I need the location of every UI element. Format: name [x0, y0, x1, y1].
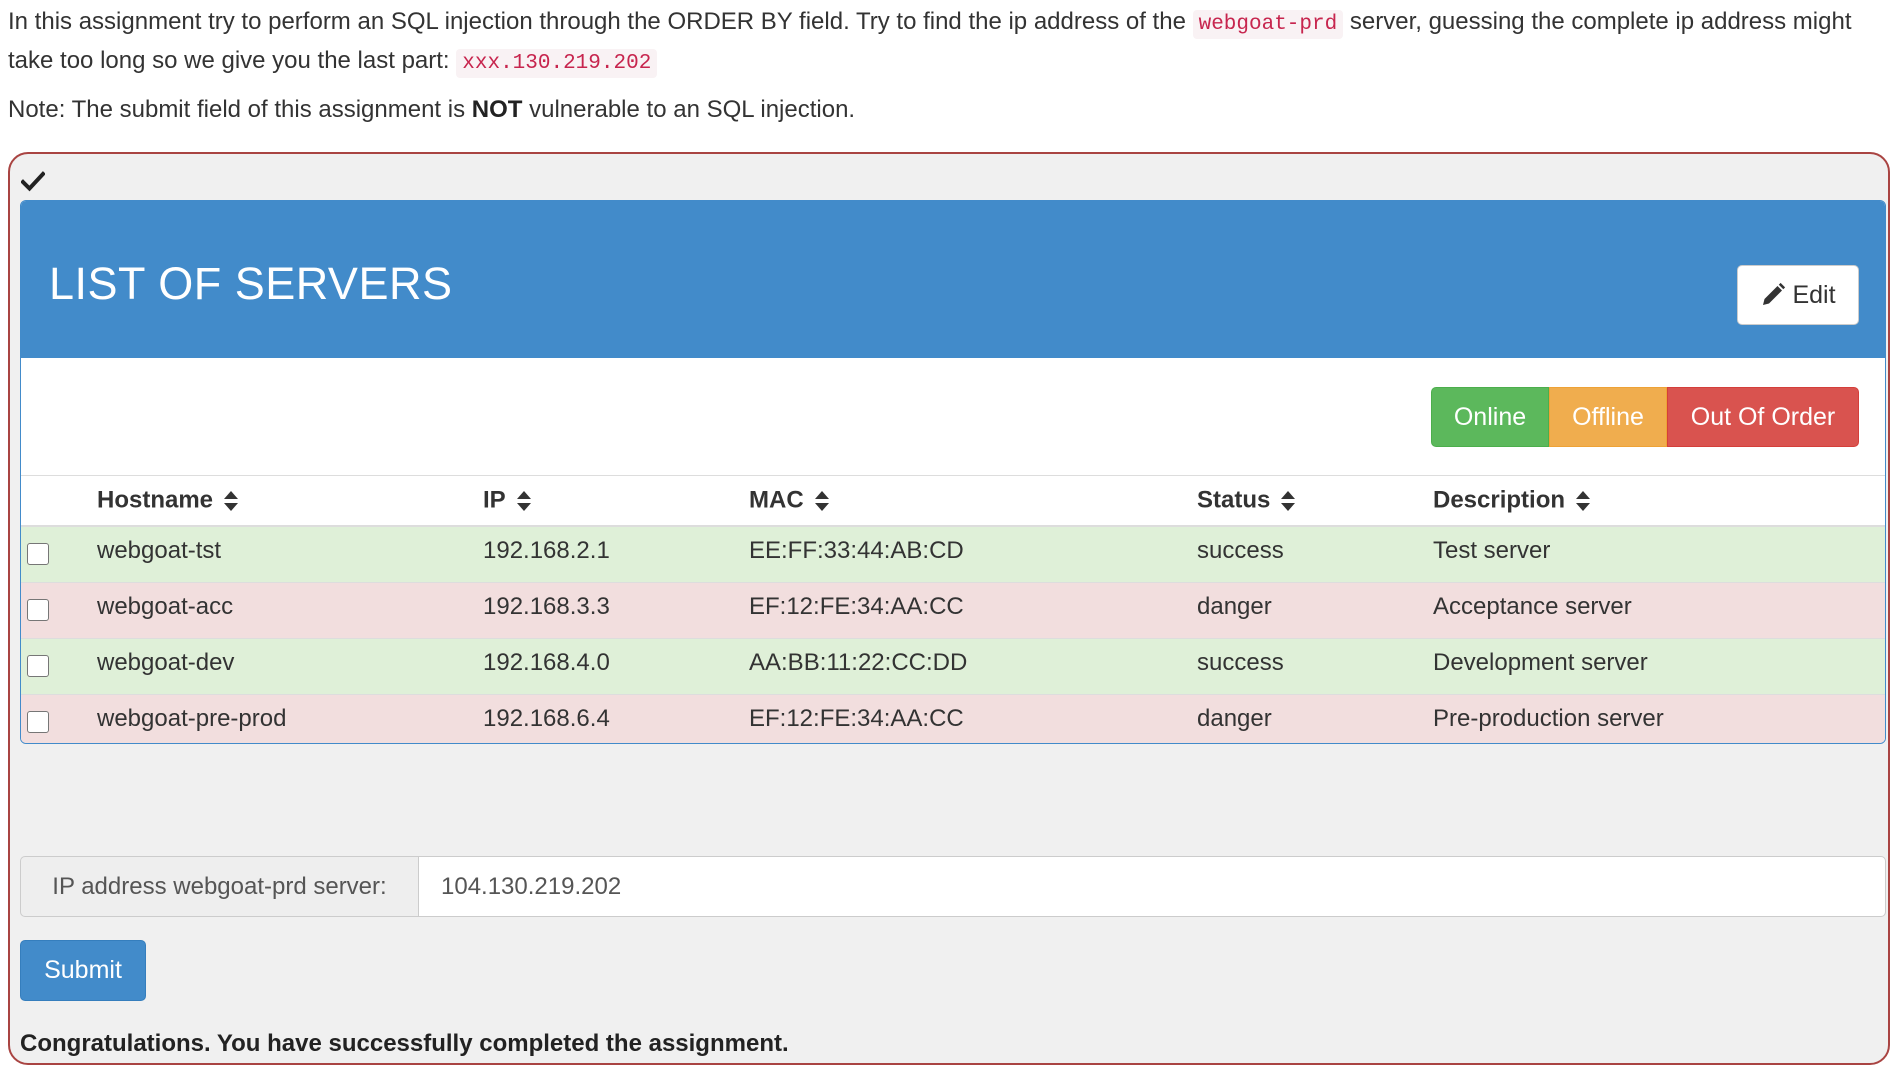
table-header-row: Hostname IP MAC Status Description: [21, 475, 1885, 527]
description-cell: Test server: [1433, 525, 1885, 583]
mac-text: EF:12:FE:34:AA:CC: [749, 592, 964, 620]
row-checkbox[interactable]: [27, 542, 49, 565]
online-button[interactable]: Online: [1431, 387, 1549, 447]
description-cell: Development server: [1433, 638, 1885, 695]
edit-label: Edit: [1792, 280, 1836, 309]
table-row: webgoat-tst 192.168.2.1 EE:FF:33:44:AB:C…: [21, 525, 1885, 583]
mac-cell: EE:FF:33:44:AB:CD: [749, 525, 1197, 583]
ip-text: 192.168.4.0: [483, 648, 610, 676]
mac-text: EF:12:FE:34:AA:CC: [749, 704, 964, 732]
hostname-text: webgoat-acc: [97, 592, 234, 620]
ip-suffix-code: xxx.130.219.202: [456, 49, 658, 78]
note-emphasis: NOT: [471, 96, 523, 123]
description-text: Development server: [1433, 648, 1648, 676]
ip-cell: 192.168.4.0: [483, 638, 749, 695]
mac-text: AA:BB:11:22:CC:DD: [749, 648, 968, 676]
feedback-message: Congratulations. You have successfully c…: [20, 1030, 789, 1057]
hostname-text: webgoat-tst: [97, 536, 222, 564]
checkbox-header: [21, 475, 97, 527]
out-of-order-button[interactable]: Out Of Order: [1667, 387, 1859, 447]
sort-icon: [516, 490, 531, 511]
hostname-code: webgoat-prd: [1192, 10, 1344, 39]
row-checkbox[interactable]: [27, 710, 49, 733]
row-checkbox[interactable]: [27, 598, 49, 621]
table-row: webgoat-pre-prod 192.168.6.4 EF:12:FE:34…: [21, 694, 1885, 743]
offline-button[interactable]: Offline: [1549, 387, 1667, 447]
servers-panel: LIST OF SERVERS Edit Online Offline Out …: [20, 200, 1886, 744]
hostname-cell: webgoat-tst: [97, 525, 483, 583]
note-prefix: Note: The submit field of this assignmen…: [8, 96, 472, 123]
hostname-text: webgoat-pre-prod: [97, 704, 287, 732]
note-suffix: vulnerable to an SQL injection.: [522, 96, 856, 123]
column-header-ip[interactable]: IP: [483, 475, 749, 527]
intro-text-1: In this assignment try to perform an SQL…: [8, 8, 1193, 35]
column-label: Description: [1433, 486, 1566, 514]
row-checkbox-cell: [21, 638, 97, 695]
status-text: danger: [1197, 704, 1272, 732]
row-checkbox-cell: [21, 525, 97, 583]
ip-input-group: IP address webgoat-prd server:: [20, 856, 1886, 917]
description-text: Test server: [1433, 536, 1551, 564]
column-header-hostname[interactable]: Hostname: [97, 475, 483, 527]
mac-cell: EF:12:FE:34:AA:CC: [749, 582, 1197, 639]
table-row: webgoat-acc 192.168.3.3 EF:12:FE:34:AA:C…: [21, 582, 1885, 639]
edit-button[interactable]: Edit: [1737, 265, 1859, 325]
table-row: webgoat-dev 192.168.4.0 AA:BB:11:22:CC:D…: [21, 638, 1885, 695]
row-checkbox-cell: [21, 694, 97, 743]
description-cell: Pre-production server: [1433, 694, 1885, 743]
panel-title: LIST OF SERVERS: [49, 258, 453, 309]
hostname-cell: webgoat-dev: [97, 638, 483, 695]
submit-button[interactable]: Submit: [20, 940, 146, 1001]
column-label: Hostname: [97, 486, 214, 514]
sort-icon: [1281, 490, 1296, 511]
pencil-icon: [1763, 282, 1786, 305]
column-header-description[interactable]: Description: [1433, 475, 1885, 527]
ip-cell: 192.168.2.1: [483, 525, 749, 583]
status-text: success: [1197, 648, 1284, 676]
ip-address-input[interactable]: [418, 856, 1886, 917]
assignment-note: Note: The submit field of this assignmen…: [8, 92, 855, 128]
ip-input-addon-label: IP address webgoat-prd server:: [20, 856, 418, 917]
description-text: Pre-production server: [1433, 704, 1664, 732]
ip-cell: 192.168.6.4: [483, 694, 749, 743]
description-cell: Acceptance server: [1433, 582, 1885, 639]
row-checkbox-cell: [21, 582, 97, 639]
sort-icon: [224, 490, 239, 511]
column-label: Status: [1197, 486, 1271, 514]
status-cell: success: [1197, 638, 1433, 695]
sort-icon: [814, 490, 829, 511]
status-text: success: [1197, 536, 1284, 564]
row-checkbox[interactable]: [27, 654, 49, 677]
checkmark-icon: [21, 171, 45, 192]
mac-text: EE:FF:33:44:AB:CD: [749, 536, 964, 564]
ip-cell: 192.168.3.3: [483, 582, 749, 639]
servers-table: Hostname IP MAC Status Description webgo…: [21, 475, 1885, 743]
hostname-cell: webgoat-acc: [97, 582, 483, 639]
status-cell: danger: [1197, 694, 1433, 743]
description-text: Acceptance server: [1433, 592, 1632, 620]
column-header-status[interactable]: Status: [1197, 475, 1433, 527]
assignment-intro: In this assignment try to perform an SQL…: [8, 4, 1888, 82]
hostname-text: webgoat-dev: [97, 648, 235, 676]
ip-text: 192.168.6.4: [483, 704, 610, 732]
status-text: danger: [1197, 592, 1272, 620]
column-header-mac[interactable]: MAC: [749, 475, 1197, 527]
status-cell: danger: [1197, 582, 1433, 639]
attack-container: LIST OF SERVERS Edit Online Offline Out …: [8, 152, 1890, 1065]
column-label: IP: [483, 486, 506, 514]
ip-text: 192.168.3.3: [483, 592, 610, 620]
status-cell: success: [1197, 525, 1433, 583]
ip-text: 192.168.2.1: [483, 536, 610, 564]
panel-heading: LIST OF SERVERS Edit: [21, 201, 1885, 358]
column-label: MAC: [749, 486, 804, 514]
mac-cell: AA:BB:11:22:CC:DD: [749, 638, 1197, 695]
sort-icon: [1576, 490, 1591, 511]
status-filter-group: Online Offline Out Of Order: [1431, 387, 1859, 447]
hostname-cell: webgoat-pre-prod: [97, 694, 483, 743]
mac-cell: EF:12:FE:34:AA:CC: [749, 694, 1197, 743]
